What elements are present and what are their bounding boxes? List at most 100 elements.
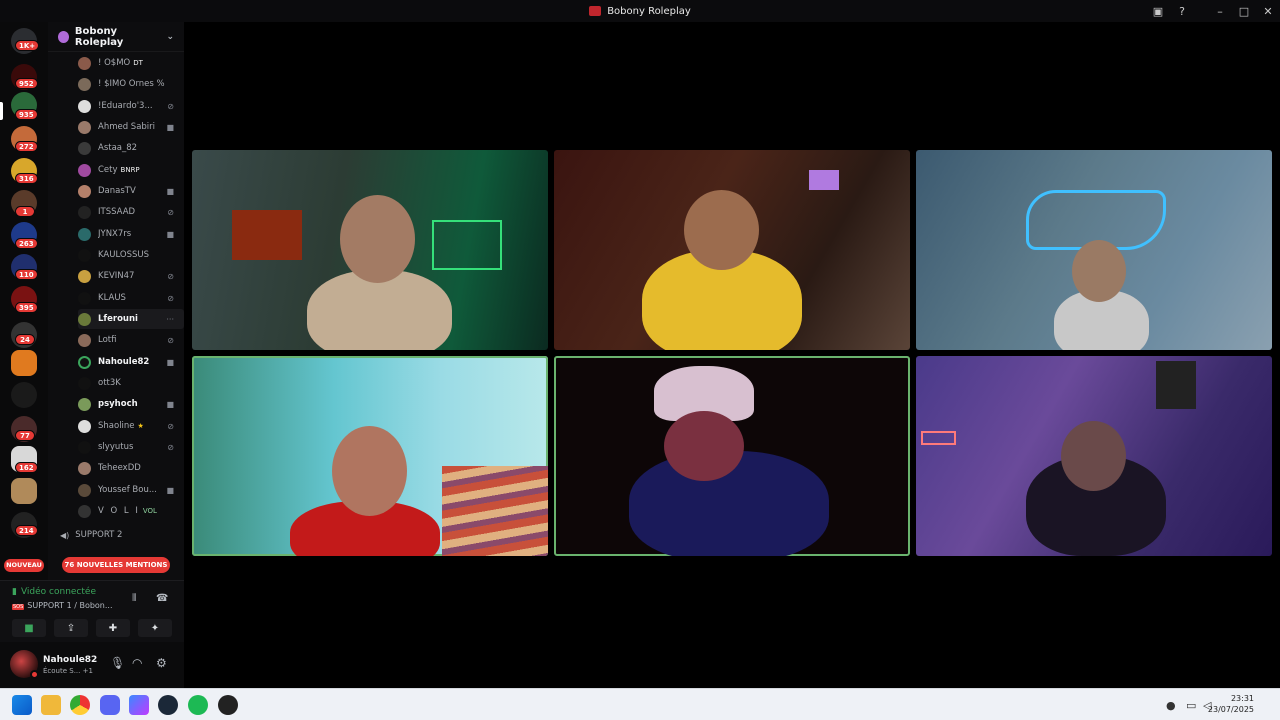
member-name: Youssef Bou... xyxy=(98,485,156,495)
steam-icon[interactable] xyxy=(158,695,178,715)
voice-member[interactable]: KLAUS ⊘ xyxy=(78,288,184,308)
chrome-icon[interactable] xyxy=(70,695,90,715)
video-tile[interactable] xyxy=(192,150,548,350)
member-name: Ahmed Sabiri xyxy=(98,122,156,132)
avatar xyxy=(78,397,91,411)
voice-member[interactable]: Astaa_82 xyxy=(78,138,184,158)
avatar xyxy=(78,163,91,177)
avatar xyxy=(78,227,91,241)
inbox-icon[interactable]: ▣ xyxy=(1146,5,1170,18)
minimize-button[interactable]: – xyxy=(1208,5,1232,18)
avatar xyxy=(78,461,91,475)
more-options-icon[interactable]: ··· xyxy=(166,315,174,324)
participant-head xyxy=(340,195,415,283)
video-tile-speaking[interactable] xyxy=(192,356,548,556)
voice-member[interactable]: TeheexDD xyxy=(78,458,184,478)
signal-icon: ▮ xyxy=(12,587,17,597)
server-badge: 316 xyxy=(15,173,38,184)
server-badge: 77 xyxy=(15,430,35,441)
server-badge: 395 xyxy=(15,302,38,313)
member-tag: VOL xyxy=(142,507,157,515)
camera-icon: ■ xyxy=(166,186,174,196)
spotify-icon[interactable] xyxy=(188,695,208,715)
voice-member[interactable]: Ahmed Sabiri ■ xyxy=(78,117,184,137)
avatar xyxy=(78,141,91,155)
voice-member[interactable]: !Eduardo'3... ⊘ xyxy=(78,96,184,116)
close-button[interactable]: ✕ xyxy=(1256,5,1280,18)
voice-member[interactable]: Youssef Bou... ■ xyxy=(78,480,184,500)
speaker-icon: ◀) xyxy=(60,530,70,540)
noise-suppression-icon[interactable]: ⦀ xyxy=(132,593,136,604)
voice-member-hovered[interactable]: Lferouni ··· xyxy=(78,309,184,329)
system-clock[interactable]: 23:31 23/07/2025 xyxy=(1208,693,1254,715)
settings-gear-icon[interactable]: ⚙ xyxy=(156,656,167,670)
voice-member[interactable]: Lotfi ⊘ xyxy=(78,330,184,350)
app-icon[interactable] xyxy=(129,695,149,715)
voice-member[interactable]: ITSSAAD ⊘ xyxy=(78,202,184,222)
voice-member[interactable]: ott3K xyxy=(78,373,184,393)
member-name: Astaa_82 xyxy=(98,143,138,153)
soundboard-button[interactable]: ✦ xyxy=(138,619,172,637)
voice-status: ▮ Vidéo connectée xyxy=(12,587,96,597)
member-name: TeheexDD xyxy=(98,463,141,473)
voice-member[interactable]: Shaoline ★ ⊘ xyxy=(78,416,184,436)
video-tile[interactable] xyxy=(916,150,1272,350)
disconnect-icon[interactable]: ☎ xyxy=(156,593,168,604)
video-tile-speaking[interactable] xyxy=(554,356,910,556)
guild-header[interactable]: Bobony Roleplay ⌄ xyxy=(48,22,184,52)
server-badge: 162 xyxy=(15,462,38,473)
screen-share-button[interactable]: ⇪ xyxy=(54,619,88,637)
camera-icon: ■ xyxy=(24,622,34,634)
avatar xyxy=(78,269,91,283)
network-icon[interactable]: ▭ xyxy=(1186,699,1196,712)
avatar xyxy=(78,419,91,433)
avatar xyxy=(78,504,91,518)
participant-head xyxy=(684,190,759,270)
gamepad-icon: ✚ xyxy=(108,622,118,634)
new-servers-label[interactable]: NOUVEAU xyxy=(4,559,44,572)
member-name: Lotfi xyxy=(98,335,117,345)
member-name: Lferouni xyxy=(98,314,138,324)
avatar xyxy=(78,291,91,305)
windows-start-icon[interactable] xyxy=(12,695,32,715)
new-mentions-pill[interactable]: 76 NOUVELLES MENTIONS xyxy=(62,557,170,573)
file-explorer-icon[interactable] xyxy=(41,695,61,715)
voice-channel-support-2[interactable]: ◀) SUPPORT 2 xyxy=(60,530,122,540)
server-icon[interactable] xyxy=(11,382,37,408)
voice-member[interactable]: KEVIN47 ⊘ xyxy=(78,266,184,286)
help-icon[interactable]: ? xyxy=(1170,5,1194,18)
voice-member[interactable]: ! $IMO Ornes % xyxy=(78,74,184,94)
camera-button[interactable]: ■ xyxy=(12,619,46,637)
voice-member[interactable]: KAULOSSUS xyxy=(78,245,184,265)
member-name: ! O$MO xyxy=(98,58,131,68)
app-icon[interactable] xyxy=(218,695,238,715)
user-panel: Nahoule82 Écoute S... +1 🎙︎ ◠ ⚙ xyxy=(0,642,184,688)
maximize-button[interactable]: □ xyxy=(1232,5,1256,18)
server-icon[interactable] xyxy=(11,350,37,376)
video-tile[interactable] xyxy=(554,150,910,350)
microphone-icon[interactable]: 🎙︎ xyxy=(110,656,125,670)
voice-member[interactable]: Nahoule82 ■ xyxy=(78,352,184,372)
voice-member[interactable]: V O L I VOL xyxy=(78,501,184,521)
avatar xyxy=(78,77,91,91)
camera-icon: ■ xyxy=(166,229,174,239)
voice-member[interactable]: JYNX7rs ■ xyxy=(78,224,184,244)
voice-member[interactable]: Cety BNRP xyxy=(78,160,184,180)
server-icon[interactable] xyxy=(11,478,37,504)
microphone-tray-icon[interactable]: ● xyxy=(1166,699,1176,712)
participant-head xyxy=(1072,240,1126,302)
avatar xyxy=(78,99,91,113)
voice-member[interactable]: slyyutus ⊘ xyxy=(78,437,184,457)
participant-head xyxy=(664,411,744,481)
star-icon: ★ xyxy=(137,422,144,430)
voice-channel-link[interactable]: SOS SUPPORT 1 / Bobon... xyxy=(12,601,113,610)
voice-member[interactable]: psyhoch ■ xyxy=(78,394,184,414)
server-badge: 263 xyxy=(15,238,38,249)
activities-button[interactable]: ✚ xyxy=(96,619,130,637)
member-name: ! $IMO Ornes % xyxy=(98,79,165,89)
discord-icon[interactable] xyxy=(100,695,120,715)
voice-member[interactable]: ! O$MO DT xyxy=(78,53,184,73)
voice-member[interactable]: DanasTV ■ xyxy=(78,181,184,201)
headphones-icon[interactable]: ◠ xyxy=(132,656,142,670)
video-tile[interactable] xyxy=(916,356,1272,556)
